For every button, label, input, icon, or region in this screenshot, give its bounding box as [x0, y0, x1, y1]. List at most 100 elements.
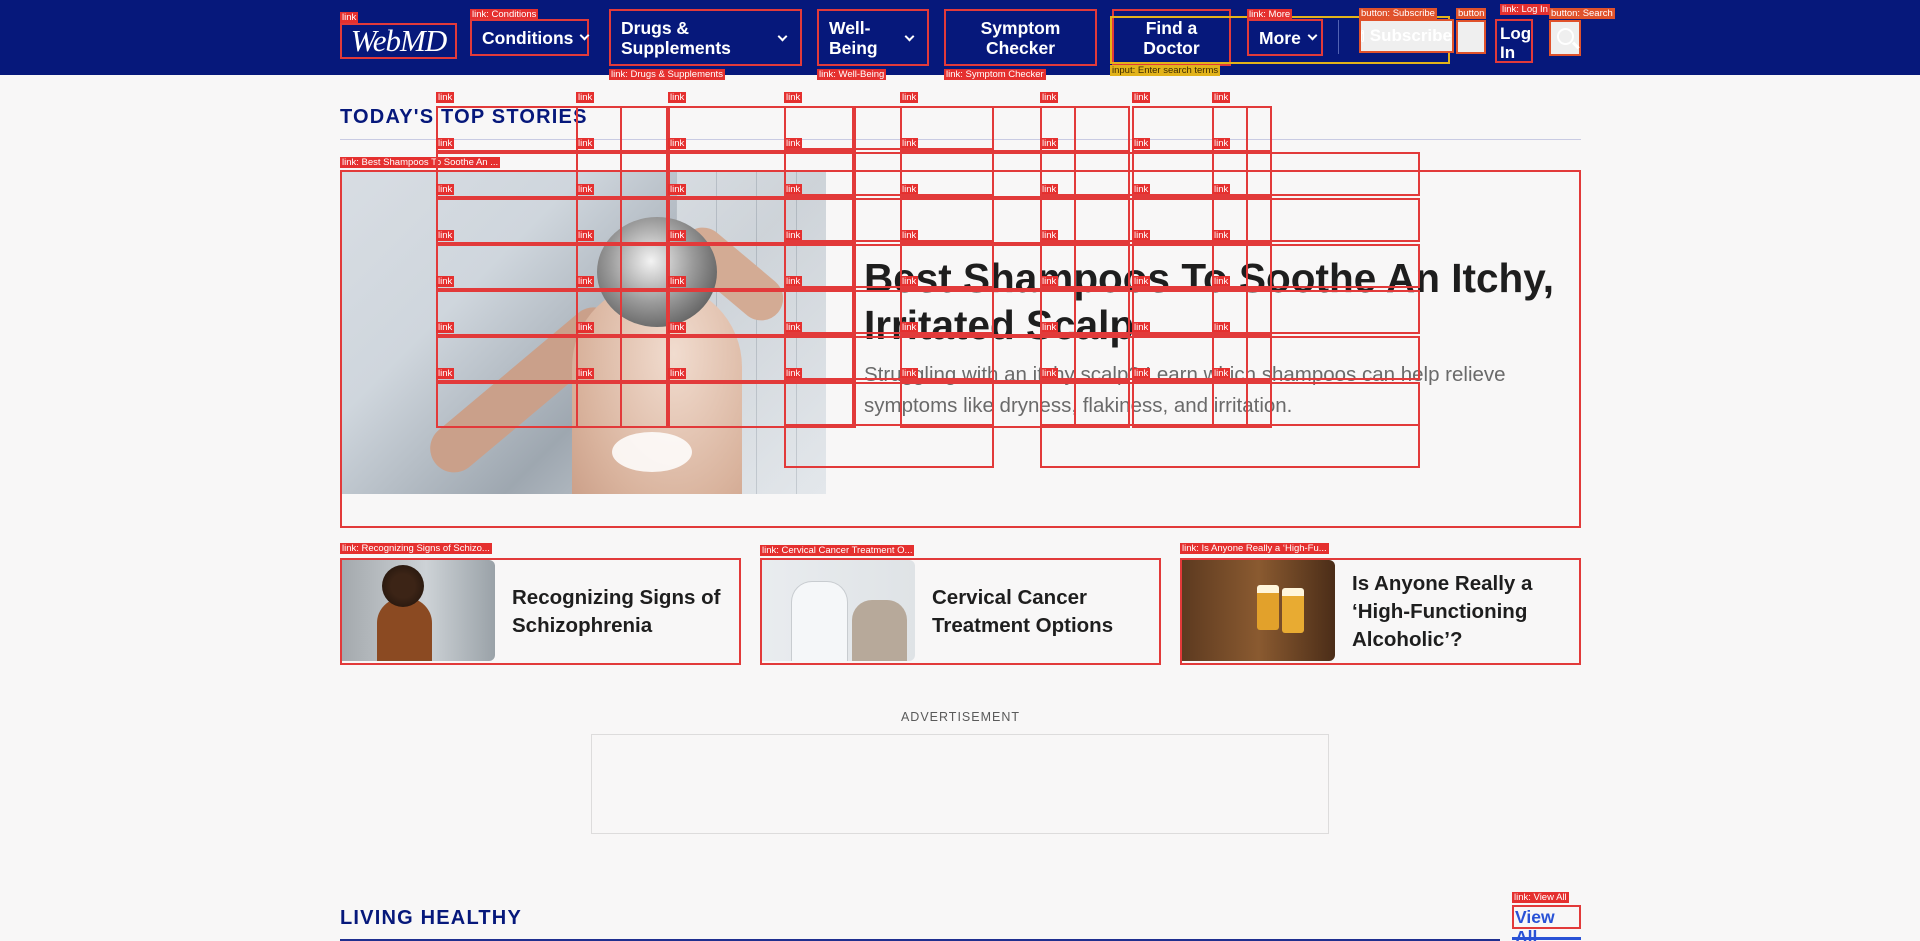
overlay-tag: link: Recognizing Signs of Schizo...: [340, 543, 492, 554]
search-icon: [1557, 28, 1574, 45]
overlay-tag: link: [900, 276, 919, 287]
nav-divider: [1338, 20, 1339, 54]
overlay-tag: link: [1132, 184, 1151, 195]
overlay-tag: link: [668, 138, 687, 149]
overlay-tag: link: [340, 12, 359, 23]
unlabeled-button[interactable]: [1456, 20, 1486, 54]
overlay-tag: link: Cervical Cancer Treatment O...: [760, 545, 915, 556]
overlay-tag: link: [668, 276, 687, 287]
overlay-tag: link: [576, 368, 595, 379]
subscribe-button[interactable]: Subscribe: [1359, 19, 1454, 53]
nav-item-label: Conditions: [482, 27, 574, 48]
overlay-tag: link: [436, 230, 455, 241]
overlay-tag: link: [900, 230, 919, 241]
overlay-link-box[interactable]: [784, 106, 994, 150]
advertisement-slot: [591, 734, 1329, 834]
nav-item-symptom-checker[interactable]: Symptom Checker: [944, 9, 1097, 66]
hero-image-foam: [612, 432, 692, 472]
nav-item-label: Symptom Checker: [980, 17, 1061, 58]
overlay-tag: link: [1040, 138, 1059, 149]
overlay-tag: link: [1212, 368, 1231, 379]
overlay-tag: link: [1212, 92, 1231, 103]
story-card-title: Recognizing Signs of Schizophrenia: [512, 585, 721, 637]
overlay-tag: link: [1040, 230, 1059, 241]
chevron-down-icon: [777, 31, 788, 42]
overlay-tag: link: [784, 92, 803, 103]
overlay-tag: link: [436, 322, 455, 333]
login-link[interactable]: Log In: [1495, 19, 1533, 63]
chevron-down-icon: [1307, 30, 1318, 40]
overlay-tag: button: [1456, 8, 1487, 19]
overlay-tag: link: [1212, 184, 1231, 195]
nav-item-conditions[interactable]: Conditions: [470, 19, 590, 56]
overlay-tag: link: [900, 184, 919, 195]
overlay-tag: link: [1132, 368, 1151, 379]
advertisement-label: ADVERTISEMENT: [900, 710, 1021, 724]
overlay-tag: link: [1212, 138, 1231, 149]
overlay-tag: link: Drugs & Supplements: [609, 69, 725, 80]
overlay-tag: link: [1132, 322, 1151, 333]
overlay-tag: link: [900, 368, 919, 379]
overlay-tag: link: [1132, 92, 1151, 103]
nav-item-label: More: [1259, 27, 1301, 48]
overlay-tag: link: [1132, 276, 1151, 287]
overlay-tag: link: [668, 184, 687, 195]
overlay-tag: link: [576, 138, 595, 149]
overlay-tag: link: [784, 322, 803, 333]
view-all-link[interactable]: View All: [1512, 905, 1581, 941]
overlay-tag: link: [436, 276, 455, 287]
story-thumbnail: [762, 560, 915, 661]
overlay-tag: link: [576, 184, 595, 195]
main-nav: link WebMD link: Conditions Conditions D…: [340, 4, 1615, 80]
story-card-title: Cervical Cancer Treatment Options: [932, 585, 1114, 637]
view-all-underline: [1512, 937, 1581, 940]
overlay-tag: link: [900, 322, 919, 333]
story-thumbnail: [342, 560, 495, 661]
overlay-tag: input: Enter search terms: [1110, 65, 1221, 76]
mail-icon: [1361, 30, 1364, 42]
hero-title: Best Shampoos To Soothe An Itchy, Irrita…: [864, 255, 1555, 348]
overlay-tag: link: Well-Being: [817, 69, 887, 80]
overlay-tag: link: [784, 276, 803, 287]
section-divider: [340, 139, 1581, 140]
chevron-down-icon: [904, 31, 915, 42]
overlay-link-box[interactable]: [668, 106, 856, 152]
chevron-down-icon: [579, 30, 590, 40]
overlay-tag: link: [1132, 230, 1151, 241]
webmd-logo-link[interactable]: WebMD: [340, 23, 457, 59]
overlay-tag: link: Best Shampoos To Soothe An ...: [340, 157, 501, 168]
overlay-tag: link: [784, 230, 803, 241]
overlay-tag: link: [668, 322, 687, 333]
overlay-tag: button: Subscribe: [1359, 8, 1437, 19]
overlay-tag: link: [784, 138, 803, 149]
top-navigation-bar: link WebMD link: Conditions Conditions D…: [0, 0, 1920, 80]
overlay-tag: link: [1040, 92, 1059, 103]
overlay-tag: link: [576, 276, 595, 287]
overlay-tag: link: [576, 322, 595, 333]
overlay-tag: link: [668, 230, 687, 241]
story-card-alcoholic[interactable]: Is Anyone Really a ‘High-Functioning Alc…: [1180, 558, 1581, 665]
overlay-tag: link: [1040, 368, 1059, 379]
hero-image-hair: [597, 217, 717, 327]
overlay-tag: link: [900, 138, 919, 149]
top-stories-title: TODAY'S TOP STORIES: [340, 106, 588, 128]
living-healthy-title: LIVING HEALTHY: [340, 907, 522, 929]
overlay-tag: link: Log In: [1500, 4, 1550, 15]
story-card-schizophrenia[interactable]: Recognizing Signs of Schizophrenia: [340, 558, 741, 665]
search-button[interactable]: [1549, 20, 1581, 56]
story-card-cervical-cancer[interactable]: Cervical Cancer Treatment Options: [760, 558, 1161, 665]
nav-item-well-being[interactable]: Well-Being: [817, 9, 929, 66]
overlay-tag: link: [1212, 230, 1231, 241]
overlay-tag: link: [436, 92, 455, 103]
nav-item-more[interactable]: More: [1247, 19, 1323, 56]
story-thumbnail: [1182, 560, 1335, 661]
overlay-tag: link: [436, 184, 455, 195]
nav-item-label: Drugs & Supplements: [621, 17, 731, 58]
overlay-tag: link: [784, 368, 803, 379]
overlay-tag: link: [900, 92, 919, 103]
overlay-tag: link: View All: [1512, 892, 1569, 903]
hero-story-link[interactable]: Best Shampoos To Soothe An Itchy, Irrita…: [340, 170, 1581, 528]
hero-image: [342, 172, 826, 494]
nav-item-drugs-supplements[interactable]: Drugs & Supplements: [609, 9, 802, 66]
overlay-tag: link: [576, 92, 595, 103]
